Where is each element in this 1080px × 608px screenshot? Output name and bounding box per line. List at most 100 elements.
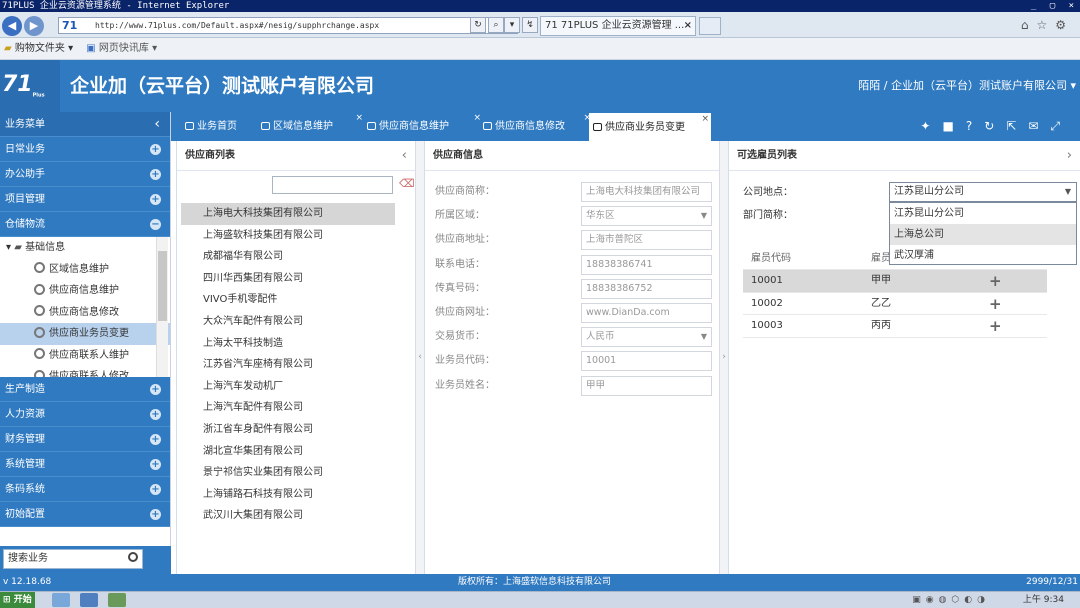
start-button[interactable]: ⊞ 开始 <box>0 592 35 608</box>
tree-item[interactable]: 供应商信息修改 <box>0 302 170 324</box>
plus-circle-icon[interactable]: + <box>150 194 161 205</box>
back-icon[interactable]: ◀ <box>2 16 22 36</box>
field-value-input[interactable]: 上海电大科技集团有限公司 <box>581 182 712 202</box>
supplier-list-item[interactable]: 上海盛软科技集团有限公司 <box>181 225 395 247</box>
close-icon[interactable]: × <box>701 105 709 134</box>
chevron-left-icon[interactable]: ‹ <box>402 141 407 171</box>
plus-circle-icon[interactable]: + <box>150 169 161 180</box>
supplier-list-item[interactable]: 上海太平科技制造 <box>181 333 395 355</box>
android-icon[interactable]: ✦ <box>920 119 942 133</box>
supplier-filter-input[interactable] <box>272 176 393 194</box>
table-row[interactable]: 10003 丙丙 + <box>743 315 1047 338</box>
table-row[interactable]: 10002 乙乙 + <box>743 293 1047 316</box>
sidebar-category[interactable]: 仓储物流 − <box>0 212 170 237</box>
tab[interactable]: 供应商业务员变更 × <box>589 113 711 141</box>
plus-icon[interactable]: + <box>989 293 1002 316</box>
plus-circle-icon[interactable]: + <box>150 484 161 495</box>
plus-circle-icon[interactable]: + <box>150 459 161 470</box>
sidebar-category[interactable]: 人力资源 + <box>0 402 170 427</box>
supplier-list-item[interactable]: 上海电大科技集团有限公司 <box>181 203 395 225</box>
chevron-right-icon[interactable]: › <box>1067 141 1072 171</box>
tab[interactable]: 区域信息维护 × <box>257 112 363 141</box>
help-icon[interactable]: ? <box>966 119 984 133</box>
refresh-icon[interactable]: ↻ <box>470 17 486 33</box>
gear-icon[interactable]: ⚙ <box>1055 18 1074 32</box>
sidebar-category[interactable]: 日常业务 + <box>0 137 170 162</box>
sidebar-category[interactable]: 财务管理 + <box>0 427 170 452</box>
field-value-input[interactable]: 甲甲 <box>581 375 712 396</box>
app-taskbar-icon[interactable] <box>108 593 126 607</box>
plus-circle-icon[interactable]: + <box>150 144 161 155</box>
tree-item[interactable]: 供应商业务员变更 <box>0 323 170 345</box>
location-option[interactable]: 上海总公司 <box>890 224 1076 245</box>
supplier-list-item[interactable]: 上海汽车配件有限公司 <box>181 397 395 419</box>
splitter-right[interactable]: › <box>720 141 728 574</box>
tree-root[interactable]: ▾ ▰ 基础信息 <box>0 237 170 259</box>
field-value-input[interactable]: 10001 <box>581 351 712 372</box>
sidebar-category[interactable]: 办公助手 + <box>0 162 170 187</box>
location-option[interactable]: 武汉厚浦 <box>890 245 1076 266</box>
supplier-list-item[interactable]: 浙江省车身配件有限公司 <box>181 419 395 441</box>
tree-item[interactable]: 供应商信息维护 <box>0 280 170 302</box>
sidebar-category[interactable]: 系统管理 + <box>0 452 170 477</box>
forward-icon[interactable]: ▶ <box>24 16 44 36</box>
field-value-input[interactable]: 18838386741 <box>581 254 712 275</box>
sidebar-category[interactable]: 项目管理 + <box>0 187 170 212</box>
plus-icon[interactable]: + <box>989 315 1002 338</box>
compat-icon[interactable]: ↯ <box>522 17 538 33</box>
close-icon[interactable]: × <box>684 17 692 35</box>
video-icon[interactable]: ■ <box>942 119 965 133</box>
tree-item[interactable]: 区域信息维护 <box>0 259 170 281</box>
user-menu[interactable]: 陌陌 / 企业加（云平台）测试账户有限公司 ▾ <box>858 60 1076 112</box>
minus-circle-icon[interactable]: − <box>150 219 161 230</box>
supplier-list-item[interactable]: VIVO手机零配件 <box>181 289 395 311</box>
splitter-left[interactable]: ‹ <box>416 141 424 574</box>
tree-item[interactable]: 供应商联系人维护 <box>0 345 170 367</box>
location-option[interactable]: 江苏昆山分公司 <box>890 203 1076 224</box>
web-slice-gallery[interactable]: 网页快讯库 ▾ <box>99 43 157 54</box>
tree-scrollbar[interactable] <box>156 237 168 377</box>
supplier-list-item[interactable]: 四川华西集团有限公司 <box>181 268 395 290</box>
plus-circle-icon[interactable]: + <box>150 384 161 395</box>
home-icon[interactable]: ⌂ <box>1021 18 1037 32</box>
search-input[interactable]: 搜索业务 <box>3 549 143 569</box>
plus-icon[interactable]: + <box>989 270 1002 293</box>
supplier-list-item[interactable]: 江苏省汽车座椅有限公司 <box>181 354 395 376</box>
plus-circle-icon[interactable]: + <box>150 509 161 520</box>
plus-circle-icon[interactable]: + <box>150 409 161 420</box>
tab[interactable]: 业务首页 <box>181 112 253 141</box>
collapse-icon[interactable]: ‹ <box>154 112 160 137</box>
field-value-input[interactable]: 人民币 ▼ <box>581 327 712 348</box>
url-input[interactable]: 71 http://www.71plus.com/Default.aspx#/n… <box>58 17 518 34</box>
supplier-list-item[interactable]: 武汉川大集团有限公司 <box>181 505 395 527</box>
supplier-list-item[interactable]: 成都福华有限公司 <box>181 246 395 268</box>
tab[interactable]: 供应商信息维护 × <box>363 112 481 141</box>
reload-icon[interactable]: ↻ <box>984 119 1006 133</box>
window-controls[interactable]: _ ▢ × <box>1031 0 1078 12</box>
supplier-list-item[interactable]: 大众汽车配件有限公司 <box>181 311 395 333</box>
fullscreen-icon[interactable]: ⤢ <box>1050 119 1072 133</box>
field-value-input[interactable]: www.DianDa.com <box>581 303 712 323</box>
scrollbar-thumb[interactable] <box>158 251 167 321</box>
supplier-list-item[interactable]: 湖北宣华集团有限公司 <box>181 441 395 463</box>
clear-filter-icon[interactable]: ⌫ <box>399 177 415 190</box>
favorites-folder[interactable]: 购物文件夹 ▾ <box>15 43 73 54</box>
star-icon[interactable]: ☆ <box>1036 18 1055 32</box>
new-tab-button[interactable] <box>699 17 721 35</box>
browser-tab[interactable]: 71 71PLUS 企业云资源管理 ... × <box>540 16 696 36</box>
location-select[interactable]: 江苏昆山分公司 ▼ <box>889 182 1077 202</box>
ie-active-taskbar-icon[interactable] <box>80 593 98 607</box>
expand-icon[interactable]: ⇱ <box>1006 119 1028 133</box>
dropdown-icon[interactable]: ▾ <box>504 17 520 33</box>
field-value-input[interactable]: 上海市普陀区 <box>581 230 712 251</box>
supplier-list-item[interactable]: 上海铺路石科技有限公司 <box>181 484 395 506</box>
supplier-list-item[interactable]: 上海汽车发动机厂 <box>181 376 395 398</box>
search-icon[interactable] <box>128 552 138 562</box>
sidebar-category[interactable]: 初始配置 + <box>0 502 170 527</box>
supplier-list-item[interactable]: 景宁祁信实业集团有限公司 <box>181 462 395 484</box>
sidebar-category[interactable]: 生产制造 + <box>0 377 170 402</box>
close-icon[interactable]: × <box>355 104 363 133</box>
search-icon[interactable]: ⌕ <box>488 17 504 33</box>
plus-circle-icon[interactable]: + <box>150 434 161 445</box>
table-row[interactable]: 10001 甲甲 + <box>743 270 1047 293</box>
